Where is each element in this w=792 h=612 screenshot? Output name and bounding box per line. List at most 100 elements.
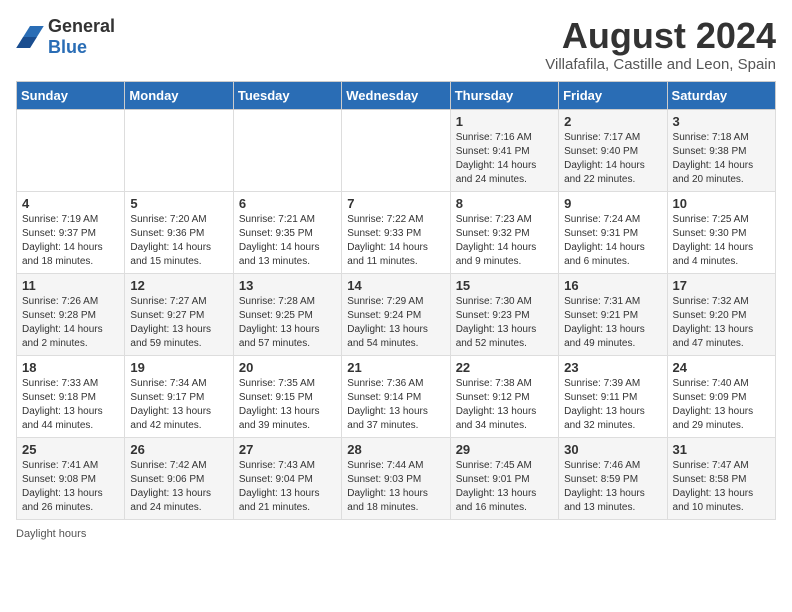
weekday-header-friday: Friday — [559, 81, 667, 109]
calendar-cell: 24Sunrise: 7:40 AM Sunset: 9:09 PM Dayli… — [667, 355, 775, 437]
day-number: 14 — [347, 278, 444, 293]
calendar-cell: 21 Sunrise: 7:36 AM Sunset: 9:14 PM Dayli… — [342, 355, 450, 437]
calendar-cell: 9 Sunrise: 7:24 AM Sunset: 9:31 PM Daylig… — [559, 191, 667, 273]
day-info: Sunrise: 7:38 AM Sunset: 9:12 PM Dayligh… — [456, 377, 553, 433]
day-info: Sunrise: 7:41 AM Sunset: 9:08 PM Dayligh… — [22, 459, 119, 515]
day-number: 11 — [22, 278, 119, 293]
weekday-header-thursday: Thursday — [450, 81, 558, 109]
day-number: 8 — [456, 196, 553, 211]
day-number: 23 — [564, 360, 661, 375]
day-number: 5 — [130, 196, 227, 211]
day-info: Sunrise: 7:22 AM Sunset: 9:33 PM Dayligh… — [347, 213, 444, 269]
day-number: 27 — [239, 442, 336, 457]
day-number: 26 — [130, 442, 227, 457]
calendar-cell: 7 Sunrise: 7:22 AM Sunset: 9:33 PM Daylig… — [342, 191, 450, 273]
day-info: Sunrise: 7:24 AM Sunset: 9:31 PM Dayligh… — [564, 213, 661, 269]
day-number: 2 — [564, 114, 661, 129]
calendar-cell: 5 Sunrise: 7:20 AM Sunset: 9:36 PM Daylig… — [125, 191, 233, 273]
calendar-cell: 26 Sunrise: 7:42 AM Sunset: 9:06 PM Dayli… — [125, 437, 233, 519]
day-info: Sunrise: 7:47 AM Sunset: 8:58 PM Dayligh… — [673, 459, 770, 515]
day-info: Sunrise: 7:18 AM Sunset: 9:38 PM Dayligh… — [673, 131, 770, 187]
day-info: Sunrise: 7:17 AM Sunset: 9:40 PM Dayligh… — [564, 131, 661, 187]
calendar-cell: 29Sunrise: 7:45 AM Sunset: 9:01 PM Dayli… — [450, 437, 558, 519]
day-number: 1 — [456, 114, 553, 129]
calendar-cell: 15 Sunrise: 7:30 AM Sunset: 9:23 PM Dayli… — [450, 273, 558, 355]
day-info: Sunrise: 7:31 AM Sunset: 9:21 PM Dayligh… — [564, 295, 661, 351]
day-info: Sunrise: 7:44 AM Sunset: 9:03 PM Dayligh… — [347, 459, 444, 515]
calendar-cell — [233, 109, 341, 191]
day-number: 6 — [239, 196, 336, 211]
calendar-cell: 8 Sunrise: 7:23 AM Sunset: 9:32 PM Daylig… — [450, 191, 558, 273]
calendar-cell: 20Sunrise: 7:35 AM Sunset: 9:15 PM Dayli… — [233, 355, 341, 437]
day-number: 18 — [22, 360, 119, 375]
calendar-cell: 27 Sunrise: 7:43 AM Sunset: 9:04 PM Dayli… — [233, 437, 341, 519]
calendar-cell: 22 Sunrise: 7:38 AM Sunset: 9:12 PM Dayli… — [450, 355, 558, 437]
day-number: 30 — [564, 442, 661, 457]
day-info: Sunrise: 7:28 AM Sunset: 9:25 PM Dayligh… — [239, 295, 336, 351]
logo-general-text: General — [48, 16, 115, 36]
calendar-cell: 6 Sunrise: 7:21 AM Sunset: 9:35 PM Daylig… — [233, 191, 341, 273]
calendar-cell: 1 Sunrise: 7:16 AM Sunset: 9:41 PM Daylig… — [450, 109, 558, 191]
day-info: Sunrise: 7:43 AM Sunset: 9:04 PM Dayligh… — [239, 459, 336, 515]
day-number: 21 — [347, 360, 444, 375]
day-number: 25 — [22, 442, 119, 457]
calendar-cell: 2 Sunrise: 7:17 AM Sunset: 9:40 PM Daylig… — [559, 109, 667, 191]
day-info: Sunrise: 7:29 AM Sunset: 9:24 PM Dayligh… — [347, 295, 444, 351]
day-number: 15 — [456, 278, 553, 293]
day-info: Sunrise: 7:16 AM Sunset: 9:41 PM Dayligh… — [456, 131, 553, 187]
day-info: Sunrise: 7:25 AM Sunset: 9:30 PM Dayligh… — [673, 213, 770, 269]
day-info: Sunrise: 7:30 AM Sunset: 9:23 PM Dayligh… — [456, 295, 553, 351]
day-number: 3 — [673, 114, 770, 129]
day-number: 24 — [673, 360, 770, 375]
weekday-header-wednesday: Wednesday — [342, 81, 450, 109]
day-number: 31 — [673, 442, 770, 457]
calendar-cell: 19Sunrise: 7:34 AM Sunset: 9:17 PM Dayli… — [125, 355, 233, 437]
calendar-table: SundayMondayTuesdayWednesdayThursdayFrid… — [16, 81, 776, 520]
day-number: 9 — [564, 196, 661, 211]
calendar-cell: 13 Sunrise: 7:28 AM Sunset: 9:25 PM Dayli… — [233, 273, 341, 355]
calendar-cell: 12Sunrise: 7:27 AM Sunset: 9:27 PM Dayli… — [125, 273, 233, 355]
calendar-cell: 25 Sunrise: 7:41 AM Sunset: 9:08 PM Dayli… — [17, 437, 125, 519]
calendar-cell — [17, 109, 125, 191]
day-info: Sunrise: 7:26 AM Sunset: 9:28 PM Dayligh… — [22, 295, 119, 351]
calendar-cell: 30 Sunrise: 7:46 AM Sunset: 8:59 PM Dayli… — [559, 437, 667, 519]
calendar-cell: 14 Sunrise: 7:29 AM Sunset: 9:24 PM Dayli… — [342, 273, 450, 355]
day-number: 20 — [239, 360, 336, 375]
day-info: Sunrise: 7:34 AM Sunset: 9:17 PM Dayligh… — [130, 377, 227, 433]
day-number: 22 — [456, 360, 553, 375]
day-info: Sunrise: 7:23 AM Sunset: 9:32 PM Dayligh… — [456, 213, 553, 269]
day-number: 12 — [130, 278, 227, 293]
day-info: Sunrise: 7:36 AM Sunset: 9:14 PM Dayligh… — [347, 377, 444, 433]
day-info: Sunrise: 7:46 AM Sunset: 8:59 PM Dayligh… — [564, 459, 661, 515]
calendar-cell: 23 Sunrise: 7:39 AM Sunset: 9:11 PM Dayli… — [559, 355, 667, 437]
day-info: Sunrise: 7:20 AM Sunset: 9:36 PM Dayligh… — [130, 213, 227, 269]
month-year-title: August 2024 — [545, 16, 776, 56]
calendar-cell: 17Sunrise: 7:32 AM Sunset: 9:20 PM Dayli… — [667, 273, 775, 355]
calendar-cell: 16Sunrise: 7:31 AM Sunset: 9:21 PM Dayli… — [559, 273, 667, 355]
weekday-header-tuesday: Tuesday — [233, 81, 341, 109]
logo-icon — [16, 26, 44, 48]
location-text: Villafafila, Castille and Leon, Spain — [545, 56, 776, 73]
footer: Daylight hours — [16, 528, 776, 540]
calendar-cell: 10Sunrise: 7:25 AM Sunset: 9:30 PM Dayli… — [667, 191, 775, 273]
calendar-cell — [342, 109, 450, 191]
weekday-header-sunday: Sunday — [17, 81, 125, 109]
title-block: August 2024 Villafafila, Castille and Le… — [545, 16, 776, 73]
calendar-cell: 4Sunrise: 7:19 AM Sunset: 9:37 PM Daylig… — [17, 191, 125, 273]
day-number: 7 — [347, 196, 444, 211]
day-info: Sunrise: 7:32 AM Sunset: 9:20 PM Dayligh… — [673, 295, 770, 351]
weekday-header-saturday: Saturday — [667, 81, 775, 109]
day-info: Sunrise: 7:42 AM Sunset: 9:06 PM Dayligh… — [130, 459, 227, 515]
calendar-cell: 11 Sunrise: 7:26 AM Sunset: 9:28 PM Dayli… — [17, 273, 125, 355]
day-number: 29 — [456, 442, 553, 457]
day-info: Sunrise: 7:39 AM Sunset: 9:11 PM Dayligh… — [564, 377, 661, 433]
logo: General Blue — [16, 16, 115, 58]
day-number: 13 — [239, 278, 336, 293]
logo-blue-text: Blue — [48, 37, 87, 57]
day-info: Sunrise: 7:21 AM Sunset: 9:35 PM Dayligh… — [239, 213, 336, 269]
calendar-cell: 18Sunrise: 7:33 AM Sunset: 9:18 PM Dayli… — [17, 355, 125, 437]
page-header: General Blue August 2024 Villafafila, Ca… — [16, 16, 776, 73]
calendar-cell: 31 Sunrise: 7:47 AM Sunset: 8:58 PM Dayli… — [667, 437, 775, 519]
calendar-cell — [125, 109, 233, 191]
day-info: Sunrise: 7:19 AM Sunset: 9:37 PM Dayligh… — [22, 213, 119, 269]
